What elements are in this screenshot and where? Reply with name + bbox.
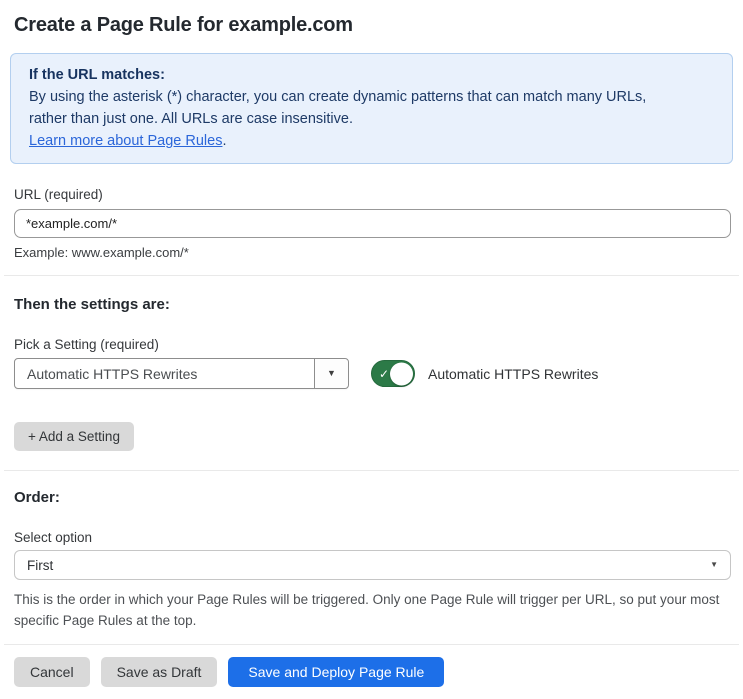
setting-dropdown-arrow-button[interactable]: ▼ [314,359,348,388]
check-icon: ✓ [379,366,390,381]
pick-setting-label: Pick a Setting (required) [14,337,159,352]
order-select-value: First [27,557,54,573]
chevron-down-icon: ▼ [327,368,336,378]
toggle-label: Automatic HTTPS Rewrites [428,365,599,382]
learn-more-page-rules-link[interactable]: Learn more about Page Rules [29,133,222,149]
info-box-line2: rather than just one. All URLs are case … [29,111,353,127]
url-input[interactable] [14,209,731,238]
info-box-heading: If the URL matches: [29,67,165,83]
create-page-rule-page: Create a Page Rule for example.com If th… [0,13,743,699]
divider [4,644,739,645]
add-setting-button[interactable]: + Add a Setting [14,422,134,451]
divider [4,470,739,471]
link-suffix: . [222,133,227,149]
url-matches-info-box: If the URL matches: By using the asteris… [10,53,733,164]
divider [4,275,739,276]
save-draft-button[interactable]: Save as Draft [100,657,218,687]
setting-dropdown-value: Automatic HTTPS Rewrites [27,365,198,382]
select-option-label: Select option [14,530,93,545]
info-box-link-line: Learn more about Page Rules. [29,130,714,152]
order-select[interactable]: First ▼ [14,550,731,580]
save-deploy-button[interactable]: Save and Deploy Page Rule [228,657,445,687]
url-example-helper: Example: www.example.com/* [14,245,189,260]
info-box-line1: By using the asterisk (*) character, you… [29,89,647,105]
setting-controls-row: Automatic HTTPS Rewrites ▼ ✓ Automatic H… [14,358,731,389]
page-title: Create a Page Rule for example.com [14,14,353,36]
footer-actions: Cancel Save as Draft Save and Deploy Pag… [14,657,743,687]
order-section-heading: Order: [14,489,60,506]
setting-dropdown[interactable]: Automatic HTTPS Rewrites ▼ [14,358,349,389]
select-chevron-down-icon: ▼ [710,560,718,569]
order-helper-text: This is the order in which your Page Rul… [14,592,720,628]
toggle-knob [390,362,413,385]
settings-section-heading: Then the settings are: [14,296,170,313]
cancel-button[interactable]: Cancel [14,657,90,687]
url-label: URL (required) [14,187,103,202]
https-rewrites-toggle[interactable]: ✓ [371,360,415,387]
